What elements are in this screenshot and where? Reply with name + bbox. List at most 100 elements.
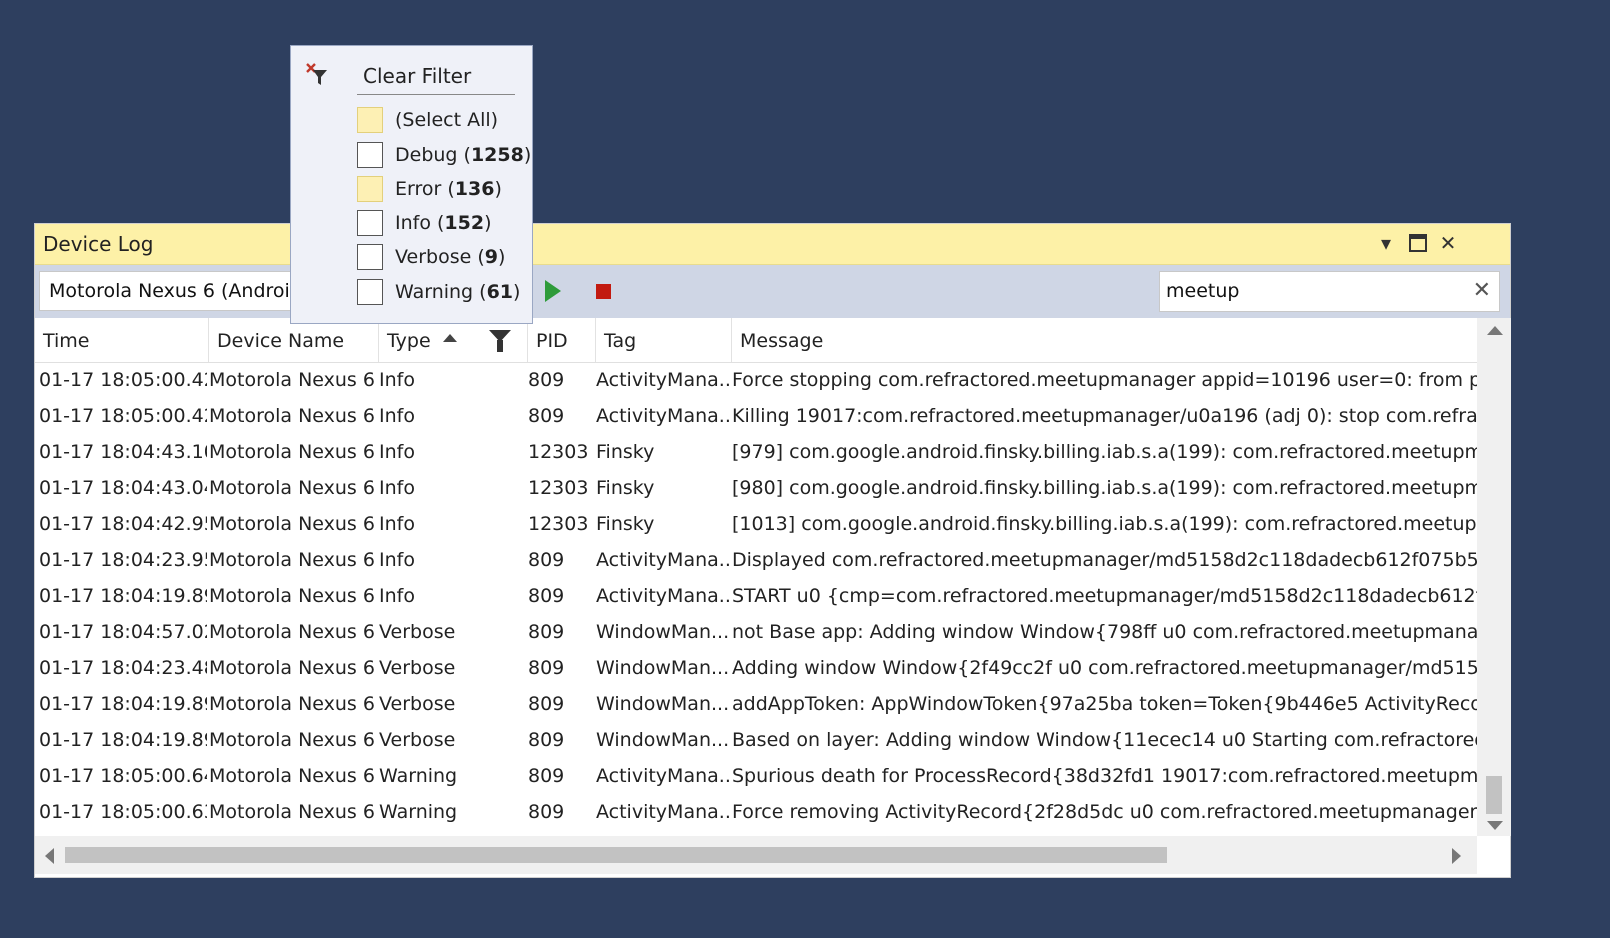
cell-device: Motorola Nexus 6: [209, 621, 375, 643]
horizontal-scrollbar[interactable]: [35, 836, 1477, 874]
filter-option-select-all[interactable]: (Select All): [357, 104, 527, 138]
checkbox[interactable]: [357, 176, 383, 202]
filter-option-error[interactable]: Error (136): [357, 173, 527, 207]
cell-time: 01-17 18:04:19.898: [39, 693, 207, 715]
table-row[interactable]: 01-17 18:05:00.422 Motorola Nexus 6 Info…: [35, 363, 1477, 399]
table-row[interactable]: 01-17 18:04:19.894 Motorola Nexus 6 Info…: [35, 579, 1477, 615]
column-tag[interactable]: Tag: [596, 318, 732, 362]
table-row[interactable]: 01-17 18:05:00.632 Motorola Nexus 6 Warn…: [35, 795, 1477, 831]
cell-message: Force removing ActivityRecord{2f28d5dc u…: [732, 801, 1477, 823]
column-device-label: Device Name: [217, 330, 345, 352]
column-message-label: Message: [740, 330, 824, 352]
cell-device: Motorola Nexus 6: [209, 765, 375, 787]
cell-type: Info: [379, 405, 415, 427]
checkbox[interactable]: [357, 210, 383, 236]
cell-type: Info: [379, 441, 415, 463]
cell-type: Info: [379, 585, 415, 607]
column-time[interactable]: Time: [35, 318, 209, 362]
cell-device: Motorola Nexus 6: [209, 657, 375, 679]
filter-icon[interactable]: [489, 330, 511, 352]
vertical-scroll-thumb[interactable]: [1486, 776, 1502, 814]
scroll-up-icon[interactable]: [1487, 326, 1503, 335]
table-row[interactable]: 01-17 18:04:19.898 Motorola Nexus 6 Verb…: [35, 723, 1477, 759]
column-pid-label: PID: [536, 330, 568, 352]
cell-message: Based on layer: Adding window Window{11e…: [732, 729, 1477, 751]
table-row[interactable]: 01-17 18:04:42.957 Motorola Nexus 6 Info…: [35, 507, 1477, 543]
table-row[interactable]: 01-17 18:05:00.640 Motorola Nexus 6 Warn…: [35, 759, 1477, 795]
cell-pid: 809: [528, 657, 565, 679]
cell-time: 01-17 18:05:00.422: [39, 369, 207, 391]
column-pid[interactable]: PID: [528, 318, 596, 362]
cell-time: 01-17 18:04:43.102: [39, 441, 207, 463]
cell-pid: 809: [528, 765, 565, 787]
table-row[interactable]: 01-17 18:05:00.422 Motorola Nexus 6 Info…: [35, 399, 1477, 435]
scroll-down-icon[interactable]: [1487, 821, 1503, 830]
search-input[interactable]: [1166, 279, 1456, 303]
vertical-scrollbar[interactable]: [1477, 318, 1511, 836]
play-icon[interactable]: [545, 280, 561, 302]
cell-device: Motorola Nexus 6: [209, 477, 375, 499]
column-tag-label: Tag: [604, 330, 637, 352]
search-box: ✕: [1159, 271, 1500, 312]
filter-option-verbose[interactable]: Verbose (9): [357, 241, 527, 275]
cell-device: Motorola Nexus 6: [209, 549, 375, 571]
filter-option-label: Warning (61): [395, 281, 521, 303]
cell-pid: 12303: [528, 441, 589, 463]
table-row[interactable]: 01-17 18:04:19.898 Motorola Nexus 6 Verb…: [35, 687, 1477, 723]
cell-pid: 12303: [528, 477, 589, 499]
stop-icon[interactable]: [596, 284, 611, 299]
dropdown-arrow-icon[interactable]: ▾: [1373, 230, 1399, 256]
cell-time: 01-17 18:04:19.898: [39, 729, 207, 751]
cell-pid: 809: [528, 621, 565, 643]
table-row[interactable]: 01-17 18:04:57.028 Motorola Nexus 6 Verb…: [35, 615, 1477, 651]
cell-type: Verbose: [379, 621, 456, 643]
cell-tag: Finsky: [596, 477, 655, 499]
column-device[interactable]: Device Name: [209, 318, 379, 362]
cell-device: Motorola Nexus 6: [209, 513, 375, 535]
maximize-icon[interactable]: [1405, 230, 1431, 256]
checkbox[interactable]: [357, 142, 383, 168]
cell-tag: ActivityMana...: [596, 549, 730, 571]
cell-pid: 12303: [528, 513, 589, 535]
horizontal-scroll-thumb[interactable]: [65, 847, 1167, 863]
column-type-label: Type: [387, 330, 431, 352]
filter-option-debug[interactable]: Debug (1258): [357, 139, 531, 173]
cell-device: Motorola Nexus 6: [209, 801, 375, 823]
cell-pid: 809: [528, 405, 565, 427]
column-message[interactable]: Message: [732, 318, 1477, 362]
close-icon[interactable]: ✕: [1435, 230, 1461, 256]
checkbox[interactable]: [357, 244, 383, 270]
filter-option-label: (Select All): [395, 109, 499, 131]
cell-tag: ActivityMana...: [596, 369, 730, 391]
cell-time: 01-17 18:04:19.894: [39, 585, 207, 607]
table-row[interactable]: 01-17 18:04:43.102 Motorola Nexus 6 Info…: [35, 435, 1477, 471]
cell-message: [1013] com.google.android.finsky.billing…: [732, 513, 1477, 535]
clear-search-icon[interactable]: ✕: [1473, 278, 1491, 303]
cell-type: Warning: [379, 765, 458, 787]
cell-time: 01-17 18:04:23.485: [39, 657, 207, 679]
filter-option-warning[interactable]: Warning (61): [357, 276, 527, 310]
cell-message: Adding window Window{2f49cc2f u0 com.ref…: [732, 657, 1477, 679]
cell-message: [979] com.google.android.finsky.billing.…: [732, 441, 1477, 463]
filter-option-info[interactable]: Info (152): [357, 207, 527, 241]
table-row[interactable]: 01-17 18:04:23.950 Motorola Nexus 6 Info…: [35, 543, 1477, 579]
clear-filter-button[interactable]: Clear Filter: [363, 64, 471, 88]
cell-type: Info: [379, 369, 415, 391]
table-row[interactable]: 01-17 18:04:43.046 Motorola Nexus 6 Info…: [35, 471, 1477, 507]
scroll-right-icon[interactable]: [1452, 848, 1461, 864]
checkbox[interactable]: [357, 279, 383, 305]
cell-tag: WindowMan...: [596, 693, 730, 715]
checkbox[interactable]: [357, 107, 383, 133]
cell-time: 01-17 18:04:43.046: [39, 477, 207, 499]
cell-device: Motorola Nexus 6: [209, 405, 375, 427]
cell-pid: 809: [528, 729, 565, 751]
cell-type: Info: [379, 513, 415, 535]
clear-filter-icon[interactable]: [305, 62, 331, 88]
cell-device: Motorola Nexus 6: [209, 585, 375, 607]
cell-type: Verbose: [379, 657, 456, 679]
scroll-left-icon[interactable]: [45, 848, 54, 864]
cell-tag: Finsky: [596, 441, 655, 463]
cell-time: 01-17 18:05:00.422: [39, 405, 207, 427]
column-type[interactable]: Type: [379, 318, 528, 362]
table-row[interactable]: 01-17 18:04:23.485 Motorola Nexus 6 Verb…: [35, 651, 1477, 687]
